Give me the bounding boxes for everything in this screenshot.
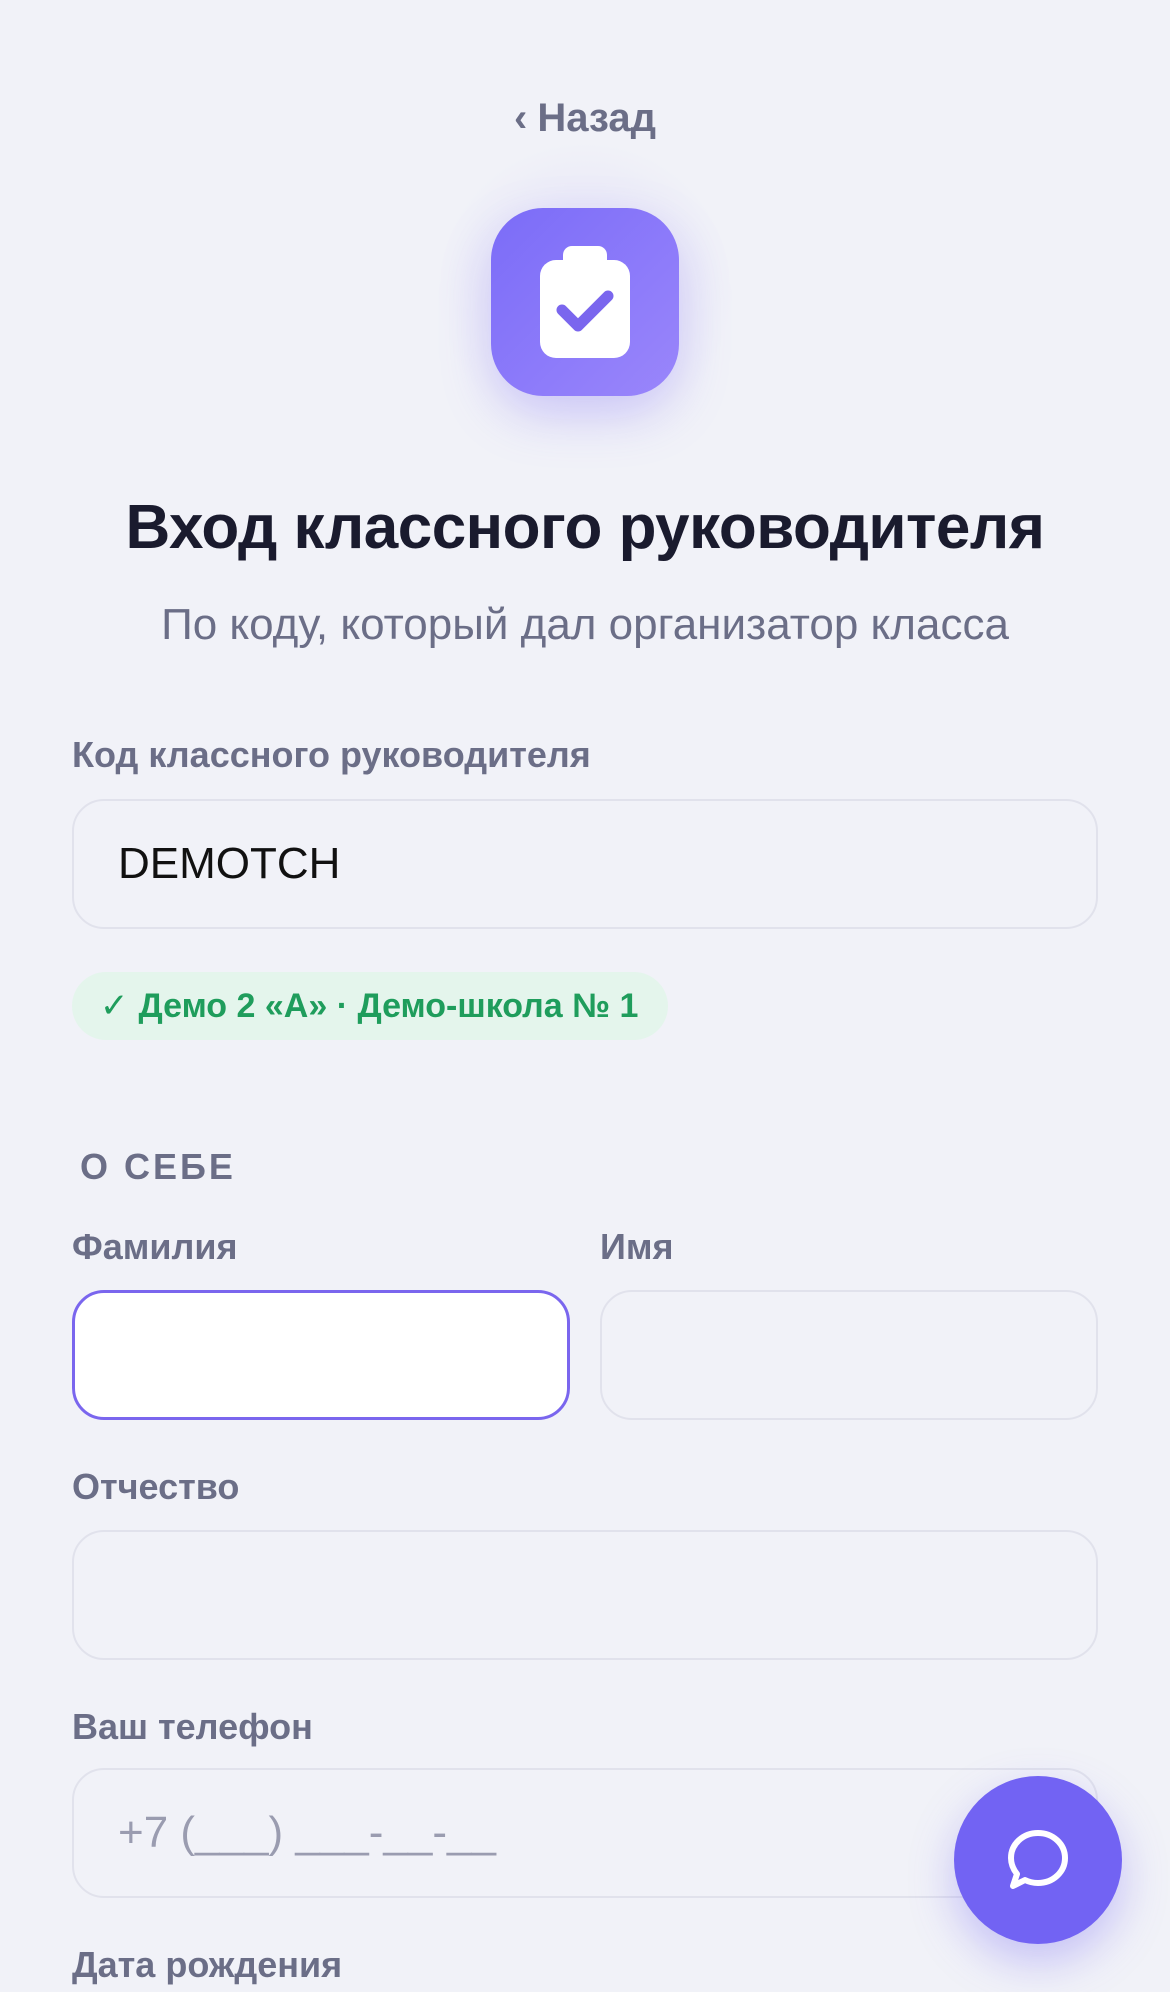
birth-date-label: Дата рождения (72, 1944, 343, 1985)
about-section-heading: О СЕБЕ (80, 1146, 236, 1187)
phone-input[interactable] (72, 1768, 1098, 1898)
page-subtitle: По коду, который дал организатор класса (161, 600, 1009, 649)
first-name-input[interactable] (600, 1290, 1098, 1420)
phone-label: Ваш телефон (72, 1706, 313, 1747)
last-name-label: Фамилия (72, 1226, 238, 1267)
chat-button[interactable] (954, 1776, 1122, 1944)
middle-name-label: Отчество (72, 1466, 240, 1507)
teacher-code-input[interactable] (72, 799, 1098, 929)
back-link[interactable]: ‹ Назад (0, 96, 1170, 141)
chat-bubble-icon (1008, 1830, 1068, 1889)
clipboard-check-icon (491, 208, 679, 396)
code-status-text: Демо 2 «А» · Демо-школа № 1 (138, 986, 639, 1025)
code-status-badge: ✓ Демо 2 «А» · Демо-школа № 1 (72, 972, 669, 1040)
first-name-label: Имя (600, 1226, 674, 1267)
teacher-code-label: Код классного руководителя (72, 734, 591, 775)
page-title: Вход классного руководителя (125, 493, 1045, 562)
middle-name-input[interactable] (72, 1530, 1098, 1660)
chevron-left-icon: ‹ (514, 96, 528, 140)
last-name-input[interactable] (72, 1290, 570, 1420)
check-icon: ✓ (100, 987, 129, 1025)
back-link-label: Назад (537, 96, 656, 140)
